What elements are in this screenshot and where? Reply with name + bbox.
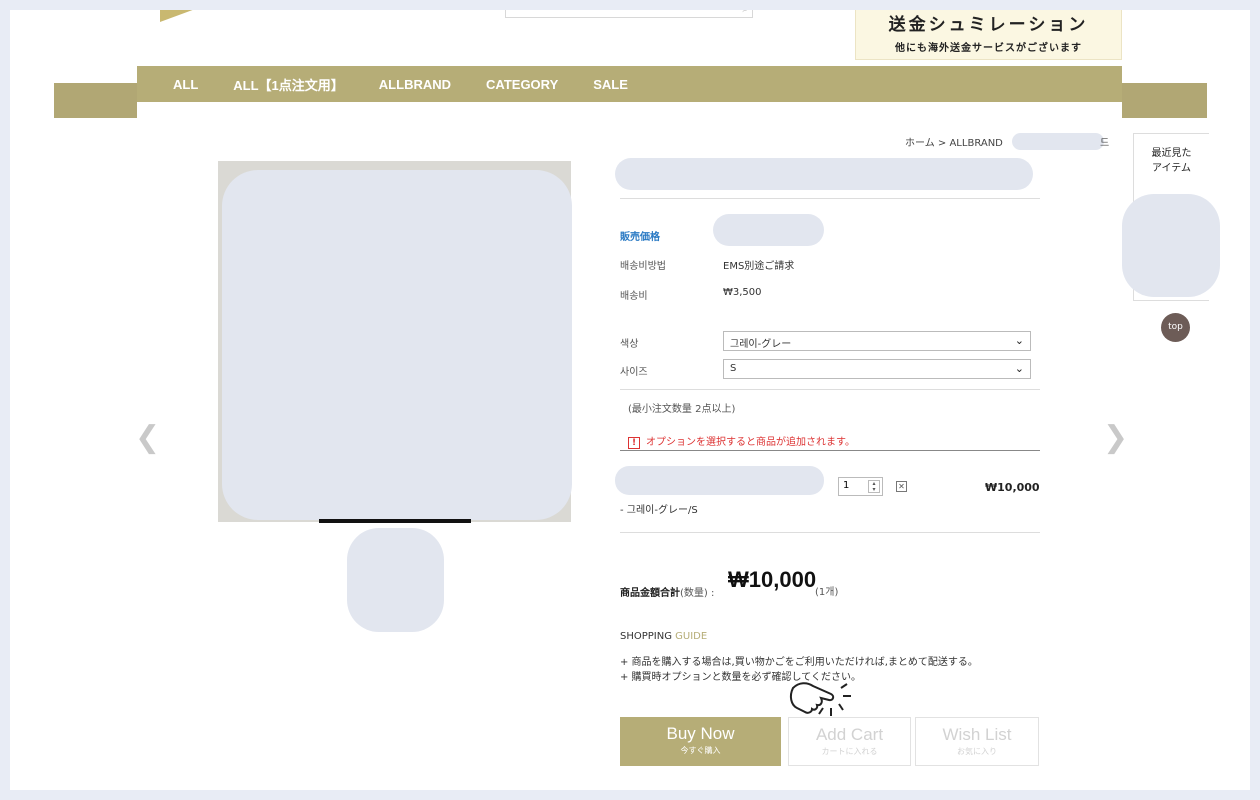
nav-band-left: [54, 83, 137, 118]
shipping-fee-label: 배송비: [620, 291, 648, 302]
nav-item-all[interactable]: ALL: [173, 77, 198, 92]
divider: [620, 389, 1040, 390]
buy-now-label: Buy Now: [666, 724, 735, 743]
total-amount: ₩10,000: [728, 567, 817, 592]
shipping-fee-value: ₩3,500: [723, 287, 762, 298]
breadcrumb-allbrand[interactable]: ALLBRAND: [949, 138, 1002, 149]
total-label: 商品金額合計(数量) :: [620, 584, 714, 599]
product-page: ⌕ 送金シュミレーション 他にも海外送金サービスがございます ALL ALL【1…: [10, 10, 1250, 790]
shipping-method-label: 배송비방법: [620, 261, 666, 272]
guide-title-main: SHOPPING: [620, 631, 676, 642]
size-select[interactable]: S ⌄: [723, 359, 1031, 379]
quantity-stepper[interactable]: 1 ▴ ▾: [838, 477, 883, 496]
price-value: [713, 214, 824, 246]
nav-band-right: [1122, 83, 1207, 118]
color-select-value: 그레이-グレー: [730, 339, 792, 350]
chevron-left-icon[interactable]: ❮: [135, 420, 160, 455]
quantity-spin-icon[interactable]: ▴ ▾: [868, 480, 880, 493]
option-warning: ! オプションを選択すると商品が追加されます。: [628, 433, 855, 449]
image-slider-indicator[interactable]: [319, 519, 471, 523]
wish-list-label: Wish List: [942, 725, 1012, 744]
shopping-guide-title: SHOPPING GUIDE: [620, 631, 707, 642]
nav-item-all-single[interactable]: ALL【1点注文用】: [233, 75, 344, 94]
shipping-method-value: EMS別途ご請求: [723, 261, 795, 272]
selected-option-detail: - 그레이-グレー/S: [620, 505, 698, 516]
add-cart-sublabel: カートに入れる: [821, 747, 878, 756]
scroll-top-button[interactable]: top: [1161, 313, 1190, 342]
search-icon[interactable]: ⌕: [742, 10, 748, 15]
product-thumbnail[interactable]: [347, 528, 444, 632]
breadcrumb-separator: >: [937, 138, 947, 149]
total-count: (1개): [815, 587, 839, 598]
buy-now-button[interactable]: Buy Now 今すぐ購入: [620, 717, 781, 766]
color-label: 색상: [620, 339, 639, 350]
divider: [620, 450, 1040, 451]
redacted-product-image: [222, 170, 572, 520]
option-warning-text: オプションを選択すると商品が追加されます。: [646, 437, 855, 448]
size-label: 사이즈: [620, 367, 648, 378]
hand-pointer-icon: [785, 670, 857, 724]
divider: [620, 198, 1040, 199]
product-title: [615, 158, 1033, 190]
wish-list-button[interactable]: Wish List お気に入り: [915, 717, 1039, 766]
chevron-down-icon: ⌄: [1014, 334, 1024, 347]
chevron-down-icon: ⌄: [1014, 362, 1024, 375]
breadcrumb-tail[interactable]: 드: [1100, 134, 1109, 149]
banner-subtitle: 他にも海外送金サービスがございます: [895, 43, 1082, 54]
breadcrumb: ホーム > ALLBRAND: [905, 134, 1003, 149]
min-order-note: (最小注文数量 2点以上): [628, 404, 736, 415]
add-cart-label: Add Cart: [815, 725, 884, 744]
recent-item-thumbnail[interactable]: [1122, 194, 1220, 297]
banner-title: 送金シュミレーション: [888, 15, 1089, 35]
nav-item-allbrand[interactable]: ALLBRAND: [379, 77, 451, 92]
redacted-breadcrumb: [1012, 133, 1104, 150]
total-label-main: 商品金額合計: [620, 588, 680, 599]
remittance-banner[interactable]: 送金シュミレーション 他にも海外送金サービスがございます: [855, 10, 1122, 60]
buy-now-sublabel: 今すぐ購入: [680, 746, 721, 755]
line-price: ₩10,000: [985, 481, 1040, 494]
guide-line-1: + 商品を購入する場合は,買い物かごをご利用いただければ,まとめて配送する。: [620, 657, 978, 668]
nav-item-sale[interactable]: SALE: [593, 77, 628, 92]
nav-item-category[interactable]: CATEGORY: [486, 77, 558, 92]
quantity-value: 1: [843, 480, 850, 491]
add-cart-button[interactable]: Add Cart カートに入れる: [788, 717, 911, 766]
main-nav: ALL ALL【1点注文用】 ALLBRAND CATEGORY SALE: [137, 66, 1122, 102]
divider: [620, 532, 1040, 533]
total-label-suffix: (数量) :: [680, 588, 715, 599]
guide-title-accent: GUIDE: [675, 631, 708, 642]
price-label: 販売価格: [620, 232, 660, 243]
recent-title-line1: 最近見た: [1151, 148, 1192, 159]
color-select[interactable]: 그레이-グレー ⌄: [723, 331, 1031, 351]
recent-title-line2: アイテム: [1152, 163, 1191, 174]
selected-option-name: [615, 466, 824, 495]
wish-list-sublabel: お気に入り: [957, 747, 997, 756]
chevron-right-icon[interactable]: ❯: [1103, 420, 1128, 455]
search-input[interactable]: ⌕: [505, 10, 753, 18]
warning-icon: !: [628, 437, 640, 449]
breadcrumb-home[interactable]: ホーム: [905, 138, 935, 149]
logo-mark[interactable]: [160, 10, 198, 22]
delete-icon[interactable]: ✕: [896, 481, 907, 492]
size-select-value: S: [730, 363, 737, 374]
